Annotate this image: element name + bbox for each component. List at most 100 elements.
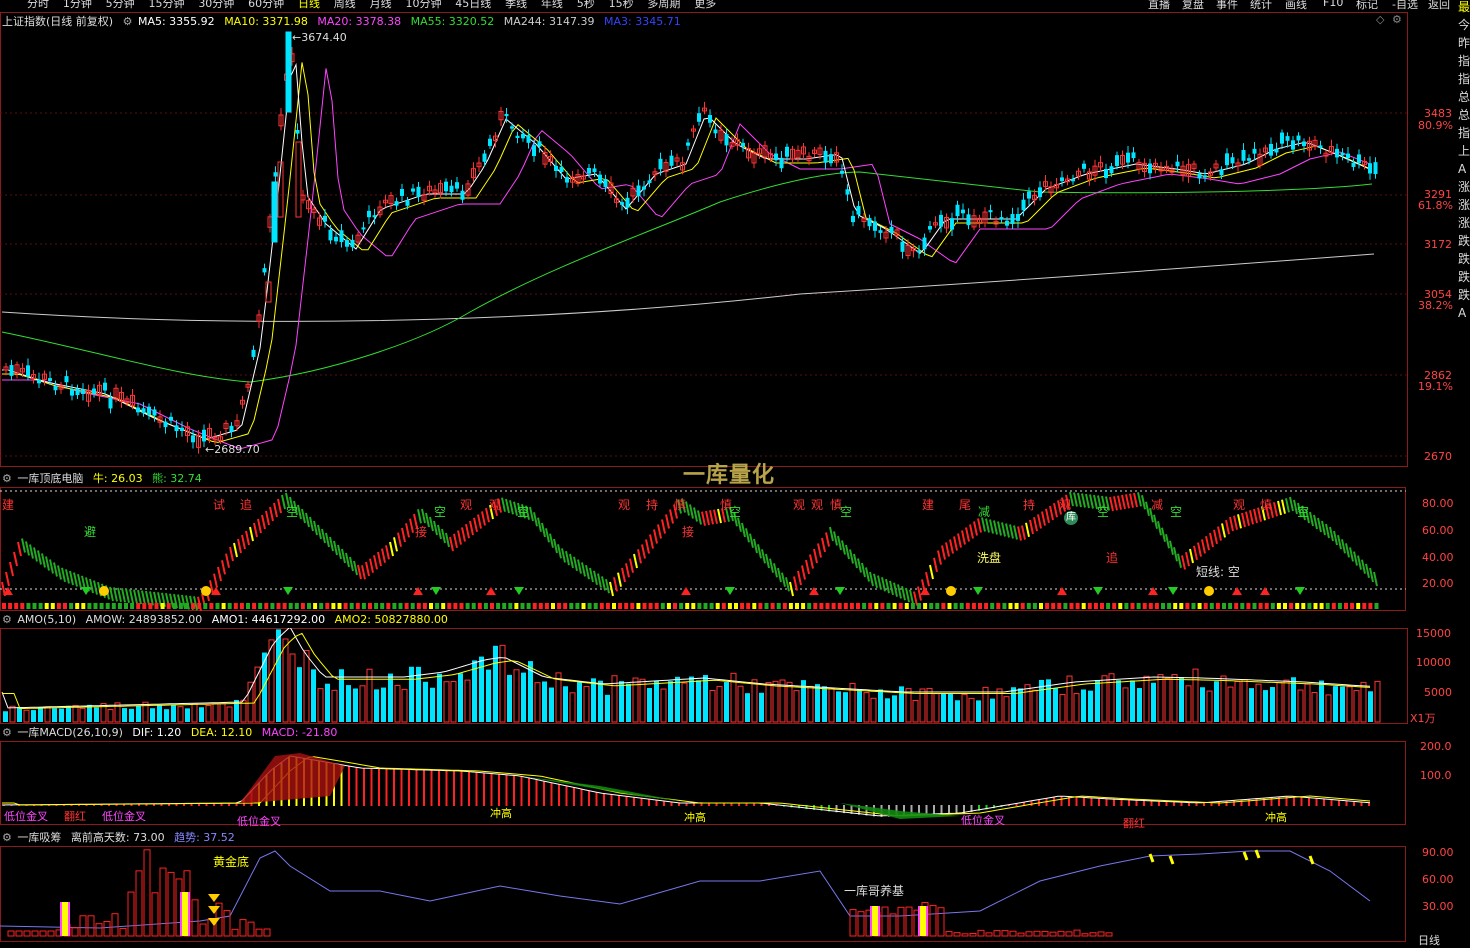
stats-button[interactable]: 统计 (1250, 0, 1272, 12)
tab-30min[interactable]: 30分钟 (198, 0, 234, 9)
events-button[interactable]: 事件 (1216, 0, 1238, 12)
candle-body (1131, 152, 1136, 159)
signal-dot (946, 586, 956, 596)
amo-bar (836, 691, 841, 722)
chip-bar (7, 930, 15, 937)
candle-body (1148, 163, 1152, 174)
settings-icon[interactable]: ⚙ (2, 726, 12, 739)
stripe (1141, 495, 1146, 510)
candle-body (900, 241, 905, 252)
tab-5min[interactable]: 5分钟 (106, 0, 135, 9)
status-block (1319, 603, 1324, 609)
add-watchlist-button[interactable]: -自选 (1392, 0, 1418, 12)
chip-bar (1041, 930, 1049, 937)
candle-body (537, 141, 542, 147)
stripe (897, 584, 902, 599)
price-tick: 2670 (1424, 450, 1452, 463)
review-button[interactable]: 复盘 (1182, 0, 1204, 12)
settings-icon[interactable]: ⚙ (2, 613, 12, 626)
tab-10min[interactable]: 10分钟 (405, 0, 441, 9)
tab-monthly[interactable]: 月线 (370, 0, 392, 9)
amo-bar (689, 676, 694, 722)
stripe (1209, 532, 1214, 548)
side-char: 指 (1458, 72, 1470, 86)
signal-label: 观 (811, 498, 824, 512)
amo-bar (968, 697, 975, 723)
candle-body (1175, 161, 1180, 167)
f10-button[interactable]: F10 (1323, 0, 1343, 9)
stripe (309, 516, 314, 532)
stripe (113, 587, 118, 602)
draw-button[interactable]: 画线 (1285, 0, 1307, 12)
settings-icon[interactable]: ⚙ (2, 472, 12, 485)
tab-60min[interactable]: 60分钟 (248, 0, 284, 9)
stripe (389, 541, 394, 557)
tab-weekly[interactable]: 周线 (334, 0, 356, 9)
ma55-path (1, 171, 1373, 383)
tab-multi-period[interactable]: 多周期 (647, 0, 680, 9)
candle-body (779, 157, 784, 169)
stripe (1233, 515, 1238, 530)
candle-body (1010, 213, 1015, 225)
stripe (1281, 499, 1286, 514)
status-block (1246, 603, 1251, 609)
chip-title[interactable]: 一库吸筹 (17, 831, 61, 844)
tab-1min[interactable]: 1分钟 (63, 0, 92, 9)
status-block (264, 603, 269, 609)
ind1-tick: 40.00 (1422, 551, 1454, 564)
candle-body (603, 179, 608, 187)
status-block (136, 603, 141, 609)
tab-yearly[interactable]: 年线 (541, 0, 563, 9)
stripe (453, 533, 458, 549)
stripe (857, 558, 862, 573)
tab-daily[interactable]: 日线 (298, 0, 320, 9)
stripe (585, 564, 590, 580)
chip-highlight (920, 906, 926, 936)
stripe (845, 544, 850, 560)
status-block (868, 603, 873, 609)
macd-title[interactable]: 一库MACD(26,10,9) (17, 726, 123, 739)
stripe (349, 556, 354, 572)
candle-body (521, 133, 525, 139)
amo-bar (3, 711, 8, 722)
amo-bar (961, 693, 968, 723)
indicator1-title[interactable]: 一库顶底电脑 (17, 472, 83, 485)
amo-bar (885, 698, 890, 722)
stripe (1169, 540, 1174, 555)
amo-title[interactable]: AMO(5,10) (17, 613, 76, 626)
chip-bar (151, 892, 159, 937)
stripe (693, 507, 698, 522)
tab-45day[interactable]: 45日线 (455, 0, 491, 9)
amo-bar (499, 644, 506, 723)
stripe (445, 532, 450, 548)
stripe (501, 497, 506, 512)
amo-bar (955, 700, 960, 722)
tab-fenshi[interactable]: 分时 (27, 0, 49, 9)
signal-label: 减 (978, 505, 991, 519)
amo-bar (990, 698, 995, 722)
tab-15sec[interactable]: 15秒 (609, 0, 634, 9)
amo-bar (114, 702, 121, 723)
amo-tick: 10000 (1416, 656, 1451, 669)
stripe (1017, 526, 1022, 541)
amo-bar (317, 688, 324, 723)
tab-quarterly[interactable]: 季线 (505, 0, 527, 9)
tab-15min[interactable]: 15分钟 (148, 0, 184, 9)
bottom-period-tab[interactable]: 日线 (1418, 932, 1440, 948)
stripe (137, 589, 142, 605)
status-block (1222, 603, 1226, 609)
tab-more[interactable]: 更多 (694, 0, 716, 9)
stripe (881, 577, 886, 592)
stripe (1341, 539, 1346, 554)
status-block (20, 603, 25, 609)
candle-body (108, 397, 113, 409)
status-block (87, 603, 92, 609)
tab-5sec[interactable]: 5秒 (577, 0, 595, 9)
live-button[interactable]: 直播 (1148, 0, 1170, 12)
signal-label: 空 (729, 505, 742, 519)
main-candlestick-chart[interactable] (0, 12, 1458, 470)
back-button[interactable]: 返回 (1428, 0, 1450, 12)
mark-button[interactable]: 标记 (1356, 0, 1378, 12)
settings-icon[interactable]: ⚙ (2, 831, 12, 844)
candle-body (928, 226, 932, 230)
